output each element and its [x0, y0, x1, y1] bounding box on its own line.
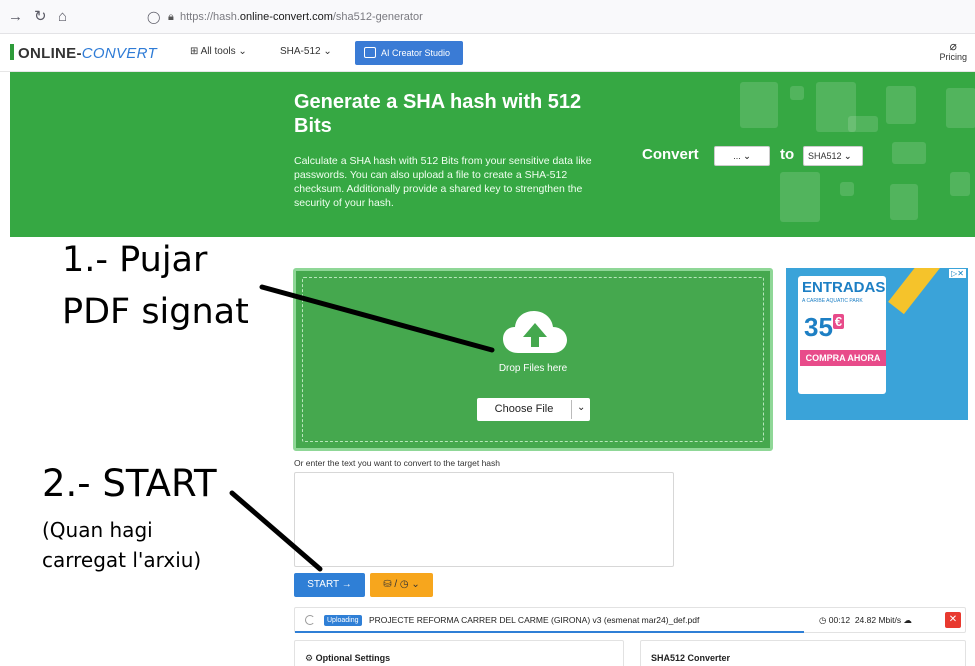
file-dropzone[interactable]: Drop Files here Choose File ⌄ [293, 268, 773, 451]
annotation-step2-title: 2.- START [42, 462, 217, 505]
ai-image-icon [364, 47, 376, 58]
choose-file-label: Choose File [494, 403, 554, 415]
ad-close-icon[interactable]: ▷✕ [949, 269, 966, 278]
upload-stats: ◷ 00:12 24.82 Mbit/s ☁ [819, 615, 912, 626]
pdf-label-icon [892, 142, 926, 164]
sha512-menu[interactable]: SHA-512 ⌄ [280, 46, 332, 57]
ad-subtitle: A CARIBE AQUATIC PARK [802, 298, 863, 304]
clock-icon: ◷ [819, 615, 827, 625]
hash-text-input[interactable] [294, 472, 674, 567]
ad-currency: € [832, 314, 845, 330]
converter-card: SHA512 Converter [640, 640, 966, 666]
all-tools-menu[interactable]: ⊞ All tools ⌄ [190, 46, 247, 57]
upload-progress-bar [295, 631, 805, 633]
to-label: to [780, 146, 795, 163]
site-header: ONLINE-CONVERT ⊞ All tools ⌄ SHA-512 ⌄ A… [0, 34, 975, 72]
advertisement[interactable]: ENTRADAS A CARIBE AQUATIC PARK 35 € COMPR… [786, 268, 968, 420]
chevron-down-icon: ⌄ [743, 151, 751, 161]
ai-creator-button[interactable]: AI Creator Studio [355, 41, 463, 65]
text-input-label: Or enter the text you want to convert to… [294, 458, 501, 468]
chart-doc-icon [946, 88, 975, 128]
doc-icon [790, 86, 804, 100]
address-bar[interactable]: 🔒︎ https://hash.online-convert.com/sha51… [168, 8, 423, 26]
doc-icon [890, 184, 918, 220]
hero-title: Generate a SHA hash with 512 Bits [294, 91, 582, 137]
chart-doc-icon [780, 172, 820, 222]
jpg-label-icon [848, 116, 878, 132]
options-dropdown-button[interactable]: ⛁ / ◷ ⌄ [370, 573, 433, 597]
to-format-value: SHA512 [808, 151, 842, 161]
divider [571, 400, 572, 419]
upload-time: 00:12 [828, 615, 851, 625]
to-format-select[interactable]: SHA512 ⌄ [803, 146, 863, 166]
image-doc-icon [886, 86, 916, 124]
reload-icon[interactable]: ↻ [34, 8, 47, 26]
chevron-down-icon[interactable]: ⌄ [577, 402, 585, 413]
hero-banner: Generate a SHA hash with 512 Bits Calcul… [10, 72, 975, 237]
grid-icon: ⊞ [190, 46, 199, 57]
logo-bar [10, 44, 14, 60]
url-prefix: https://hash. [179, 11, 240, 23]
start-button[interactable]: START → [294, 573, 365, 597]
chevron-down-icon: ⌄ [323, 46, 332, 57]
spinner-icon [305, 615, 315, 625]
hero-description: Calculate a SHA hash with 512 Bits from … [294, 155, 592, 209]
annotation-step1-line1: 1.- Pujar [62, 240, 208, 280]
from-format-select[interactable]: ... ⌄ [714, 146, 770, 166]
site-logo[interactable]: ONLINE-CONVERT [10, 44, 157, 62]
annotation-step2-note: (Quan hagi carregat l'arxiu) [42, 515, 201, 575]
converter-title: SHA512 Converter [651, 653, 731, 663]
sha512-label: SHA-512 [280, 46, 321, 57]
cancel-upload-button[interactable]: ✕ [945, 612, 961, 628]
logo-online: ONLINE- [18, 45, 82, 62]
lock-icon: 🔒︎ [168, 11, 174, 23]
ad-cta-button[interactable]: COMPRA AHORA [800, 350, 886, 366]
mail-doc-icon [740, 82, 778, 128]
cloud-icon: ☁ [903, 615, 913, 625]
upload-speed: 24.82 Mbit/s [854, 615, 902, 625]
url-path: /sha512-generator [332, 11, 423, 23]
drop-files-text: Drop Files here [498, 363, 568, 374]
pricing-link[interactable]: ⌀ Pricing [939, 40, 967, 62]
ad-price-value: 35 [804, 312, 833, 342]
annotation-step2-note-line2: carregat l'arxiu) [42, 548, 202, 572]
choose-file-button[interactable]: Choose File ⌄ [477, 398, 590, 421]
shield-icon[interactable]: ◯ [147, 8, 160, 26]
all-tools-label: All tools [200, 46, 236, 57]
tag-icon: ⌀ [949, 39, 957, 53]
cloud-upload-icon [503, 311, 567, 353]
page: → ↻ ⌂ ◯ 🔒︎ https://hash.online-convert.c… [0, 0, 975, 666]
ad-price: 35 € [804, 312, 845, 343]
chevron-down-icon: ⌄ [844, 151, 852, 161]
gear-icon: ⚙ [305, 653, 314, 663]
chevron-down-icon: ⌄ [411, 579, 420, 590]
browser-toolbar: → ↻ ⌂ ◯ 🔒︎ https://hash.online-convert.c… [0, 0, 975, 34]
optional-settings-card[interactable]: ⚙ Optional Settings [294, 640, 624, 666]
url-domain: online-convert.com [239, 11, 333, 23]
annotation-step1-line2: PDF signat [62, 292, 249, 332]
chevron-down-icon: ⌄ [238, 46, 247, 57]
ai-creator-label: AI Creator Studio [381, 48, 451, 58]
from-format-value: ... [733, 151, 741, 161]
doc-icon [950, 172, 970, 196]
optional-settings-title: Optional Settings [315, 653, 391, 663]
annotation-step2-note-line1: (Quan hagi [42, 518, 153, 542]
home-icon[interactable]: ⌂ [58, 8, 67, 26]
ad-title: ENTRADAS [802, 279, 886, 296]
status-badge: Uploading [324, 615, 362, 626]
convert-label: Convert [642, 146, 699, 163]
doc-icon [840, 182, 854, 196]
options-icons: ⛁ / ◷ [383, 579, 409, 590]
pricing-label: Pricing [939, 52, 967, 62]
upload-filename: PROJECTE REFORMA CARRER DEL CARME (GIRON… [369, 615, 700, 625]
upload-progress-row: Uploading PROJECTE REFORMA CARRER DEL CA… [294, 607, 966, 633]
logo-convert: CONVERT [81, 45, 157, 62]
forward-icon[interactable]: → [8, 8, 23, 26]
